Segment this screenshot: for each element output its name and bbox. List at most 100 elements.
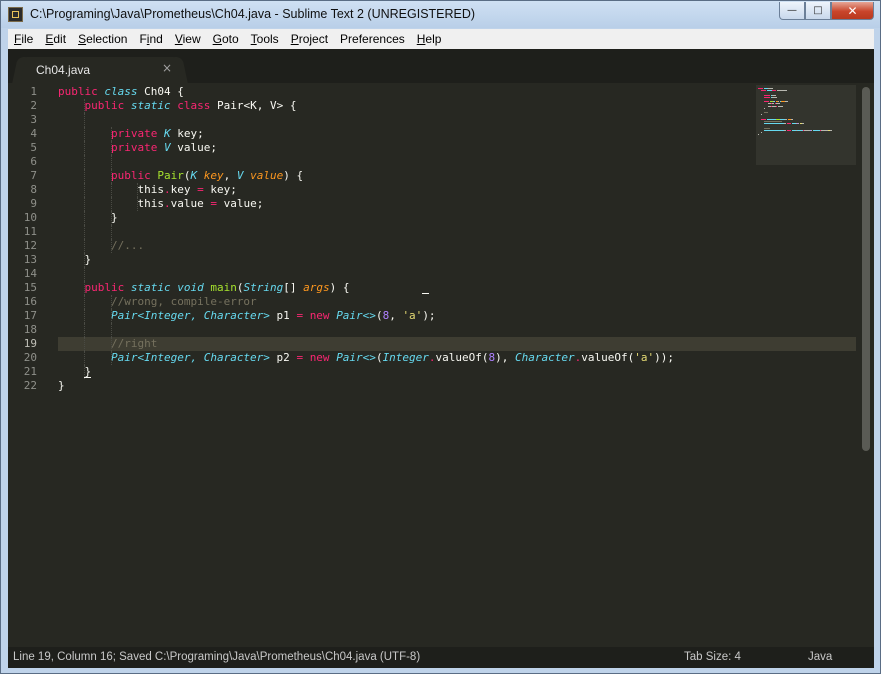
- line-number-gutter: 1 2 3 4 5 6 7 8 9 10 11 12 13 14 15 16 17 18 19 20 21 22: [8, 83, 48, 647]
- code-token: new: [309, 309, 337, 322]
- minimap-stroke: [778, 105, 783, 107]
- indent-guide: [84, 337, 86, 351]
- indent-guide: [84, 197, 86, 211]
- tab-close-icon[interactable]: ×: [162, 61, 172, 75]
- indent-guide: [84, 309, 86, 323]
- menu-view[interactable]: View: [169, 29, 207, 49]
- minimap-stroke: [764, 101, 770, 103]
- code-token: public: [84, 281, 131, 294]
- line-number: 21: [23, 365, 37, 378]
- sublime-app-icon[interactable]: [8, 7, 23, 22]
- code-area[interactable]: public class Ch04 { public static class …: [58, 83, 856, 647]
- bracket-match-underline: [422, 293, 429, 294]
- code-editor[interactable]: 1 2 3 4 5 6 7 8 9 10 11 12 13 14 15 16 17 18 19 20 21 22 publ…: [8, 83, 874, 647]
- minimap-stroke: [772, 96, 778, 98]
- code-line[interactable]: }: [58, 253, 91, 267]
- line-number: 13: [23, 253, 37, 266]
- code-token: p2: [269, 351, 297, 364]
- code-line[interactable]: private V value;: [58, 141, 217, 155]
- minimap-stroke: [764, 112, 769, 114]
- code-token: public: [84, 99, 131, 112]
- title-bar[interactable]: C:\Programing\Java\Prometheus\Ch04.java …: [1, 1, 880, 28]
- code-token: Pair<>: [336, 309, 376, 322]
- minimap-stroke: [766, 90, 772, 92]
- code-token: args: [303, 281, 330, 294]
- code-token: ) {: [283, 169, 304, 182]
- maximize-icon: □: [813, 5, 823, 16]
- minimap-stroke: [771, 103, 774, 105]
- code-token: //wrong, compile-error: [110, 295, 257, 308]
- code-token: .: [428, 351, 436, 364]
- line-number: 1: [30, 85, 37, 98]
- menu-edit[interactable]: Edit: [39, 29, 72, 49]
- indent-guide: [110, 351, 112, 365]
- code-token: ));: [654, 351, 674, 364]
- code-line[interactable]: private K key;: [58, 127, 204, 141]
- minimap-stroke: [830, 129, 833, 131]
- line-number: 12: [23, 239, 37, 252]
- minimap-stroke: [764, 107, 766, 109]
- minimap-stroke: [761, 118, 766, 120]
- menu-find[interactable]: Find: [133, 29, 168, 49]
- code-token: 'a': [402, 309, 423, 322]
- vertical-scrollbar[interactable]: [861, 85, 871, 645]
- minimap-stroke: [785, 118, 787, 120]
- menu-project[interactable]: Project: [285, 29, 334, 49]
- code-token: ,: [223, 169, 237, 182]
- tab-ch04-java[interactable]: Ch04.java ×: [20, 57, 180, 83]
- code-line[interactable]: public static class Pair<K, V> {: [58, 99, 297, 113]
- maximize-button[interactable]: □: [805, 2, 831, 20]
- line-number: 16: [23, 295, 37, 308]
- code-line[interactable]: //wrong, compile-error: [58, 295, 257, 309]
- tab-size-indicator[interactable]: Tab Size: 4: [684, 651, 741, 663]
- code-token: Pair<K, V> {: [216, 99, 297, 112]
- indent-guide: [84, 351, 86, 365]
- menu-goto[interactable]: Goto: [207, 29, 245, 49]
- scrollbar-thumb[interactable]: [862, 87, 870, 451]
- code-line[interactable]: //right: [58, 337, 157, 351]
- menu-preferences[interactable]: Preferences: [334, 29, 411, 49]
- menu-selection[interactable]: Selection: [72, 29, 133, 49]
- line-number: 20: [23, 351, 37, 364]
- code-line[interactable]: }: [58, 379, 65, 393]
- indent-guide: [110, 295, 112, 309]
- code-line[interactable]: public static void main(String[] args) {: [58, 281, 350, 295]
- code-token: value: [170, 197, 211, 210]
- indent-guide: [110, 337, 112, 351]
- indent-guide: [110, 155, 112, 169]
- minimap-stroke: [813, 129, 821, 131]
- minimize-button[interactable]: —: [779, 2, 805, 20]
- minimap-stroke: [758, 134, 759, 136]
- minimap-stroke: [784, 129, 786, 131]
- code-line[interactable]: this.value = value;: [58, 197, 263, 211]
- menu-tools[interactable]: Tools: [245, 29, 285, 49]
- code-line[interactable]: //...: [58, 239, 144, 253]
- code-token: value: [250, 169, 284, 182]
- code-line[interactable]: Pair<Integer, Character> p1 = new Pair<>…: [58, 309, 436, 323]
- menu-file[interactable]: File: [8, 29, 39, 49]
- code-line[interactable]: Pair<Integer, Character> p2 = new Pair<>…: [58, 351, 674, 365]
- indent-guide: [110, 141, 112, 155]
- minimap-stroke: [764, 121, 782, 122]
- close-window-button[interactable]: ✕: [831, 2, 874, 20]
- code-token: Character: [515, 351, 575, 364]
- indent-guide: [84, 295, 86, 309]
- menu-bar: File Edit Selection Find View Goto Tools Projec…: [8, 29, 874, 49]
- minimize-icon: —: [787, 5, 797, 16]
- code-token: }: [58, 253, 92, 266]
- code-token: String: [243, 281, 284, 294]
- code-token: public: [110, 169, 158, 182]
- indent-guide: [84, 141, 86, 155]
- code-line[interactable]: }: [58, 211, 118, 225]
- syntax-indicator[interactable]: Java: [808, 651, 832, 663]
- line-number: 18: [23, 323, 37, 336]
- minimap[interactable]: [756, 85, 856, 165]
- minimap-stroke: [764, 129, 784, 131]
- line-number: 8: [30, 183, 37, 196]
- minimap-stroke: [761, 90, 766, 92]
- code-line[interactable]: public class Ch04 {: [58, 85, 184, 99]
- code-line[interactable]: public Pair(K key, V value) {: [58, 169, 303, 183]
- minimap-stroke: [761, 132, 762, 133]
- menu-help[interactable]: Help: [411, 29, 448, 49]
- minimap-stroke: [784, 123, 786, 125]
